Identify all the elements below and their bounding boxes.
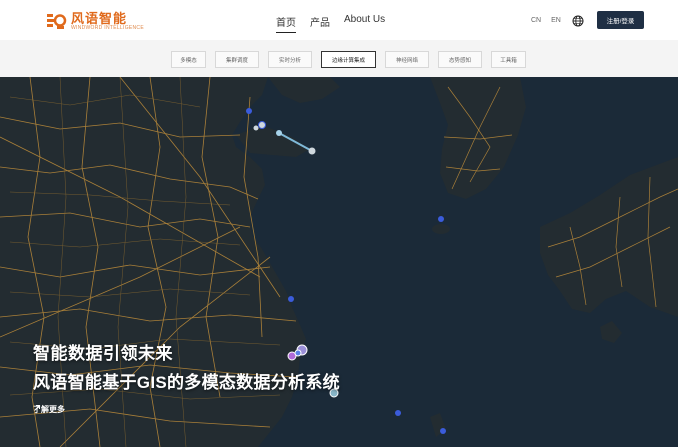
nav-home[interactable]: 首页 xyxy=(276,14,296,33)
login-register-button[interactable]: 注册/登录 xyxy=(597,11,644,29)
hero-title-line1: 智能数据引领未来 xyxy=(33,344,173,363)
page: 风语智能 WINDWORD INTELLIGENCE 首页 产品 About U… xyxy=(0,0,678,447)
nav-products[interactable]: 产品 xyxy=(310,14,330,33)
tab-toolbox[interactable]: 工具箱 xyxy=(491,51,526,68)
tab-edge-computing[interactable]: 边缘计算集成 xyxy=(321,51,376,68)
brand-logo[interactable]: 风语智能 WINDWORD INTELLIGENCE xyxy=(45,10,144,32)
lang-cn[interactable]: CN xyxy=(531,17,541,24)
hero-title-line2: 风语智能基于GIS的多模态数据分析系统 xyxy=(33,373,340,392)
tab-multimodal[interactable]: 多模态 xyxy=(171,51,206,68)
nav-about-us[interactable]: About Us xyxy=(344,14,385,33)
brand-name-en: WINDWORD INTELLIGENCE xyxy=(71,24,144,31)
main-nav: 首页 产品 About Us xyxy=(276,14,385,33)
tab-situational-awareness[interactable]: 态势感知 xyxy=(438,51,482,68)
top-navbar: 风语智能 WINDWORD INTELLIGENCE 首页 产品 About U… xyxy=(0,8,678,36)
tab-neural-network[interactable]: 神经网络 xyxy=(385,51,429,68)
tab-realtime-analysis[interactable]: 实时分析 xyxy=(268,51,312,68)
feature-tab-strip: 多模态 集群调度 实时分析 边缘计算集成 神经网络 态势感知 工具箱 xyxy=(0,40,678,77)
map-hero: 智能数据引领未来 风语智能基于GIS的多模态数据分析系统 了解更多 xyxy=(0,77,678,447)
globe-icon[interactable] xyxy=(572,14,584,27)
logo-mark-icon xyxy=(45,10,67,32)
tab-cluster-scheduling[interactable]: 集群调度 xyxy=(215,51,259,68)
language-switcher: CN EN xyxy=(531,17,561,24)
learn-more-link[interactable]: 了解更多 xyxy=(33,404,69,415)
lang-en[interactable]: EN xyxy=(551,17,561,24)
brand-name-cn: 风语智能 xyxy=(71,10,128,26)
